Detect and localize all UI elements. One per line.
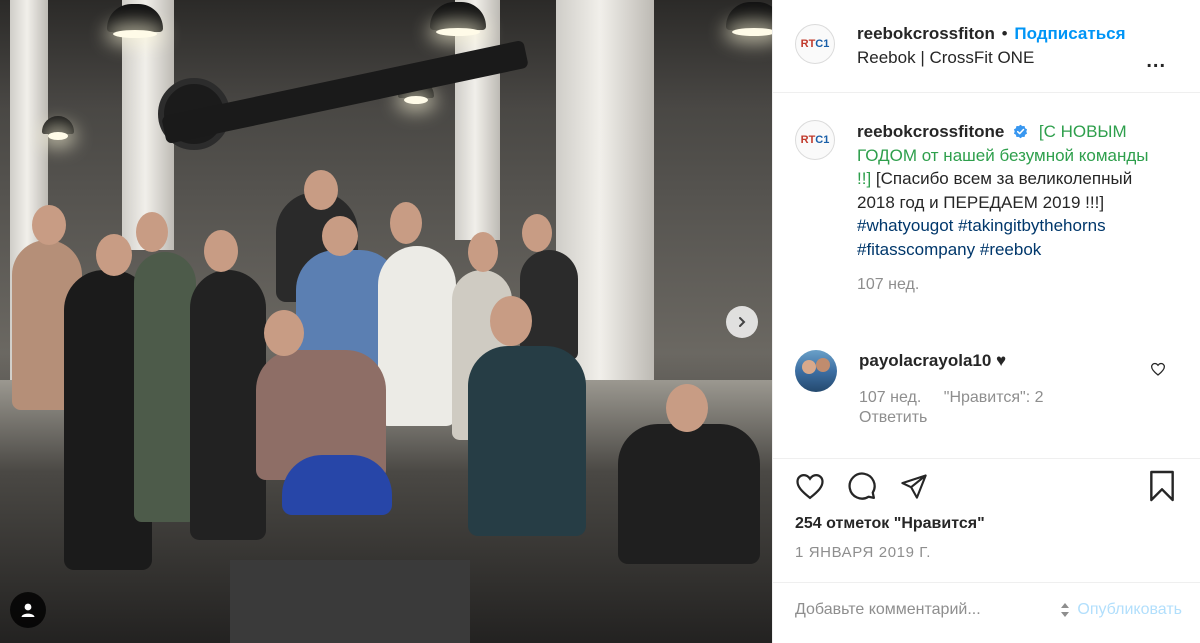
photo-column (455, 0, 500, 240)
likes-count[interactable]: 254 отметок "Нравится" (795, 515, 985, 533)
tagged-users-button[interactable] (10, 592, 46, 628)
comment-button[interactable] (847, 470, 881, 502)
photo-person (468, 346, 586, 536)
post-photo[interactable] (0, 0, 772, 643)
more-options-icon[interactable]: ... (1146, 51, 1166, 71)
caption-block: RTC1 reebokcrossfitone [С НОВЫМ ГОДОМ от… (795, 120, 1178, 297)
photo-person-head (468, 232, 498, 272)
photo-person-head (136, 212, 168, 252)
share-button[interactable] (899, 470, 933, 502)
photo-person-head (204, 230, 238, 272)
comment-likes[interactable]: "Нравится": 2 (944, 389, 1044, 406)
photo-person-head (322, 216, 358, 256)
share-icon (901, 474, 927, 499)
comment-input-divider (773, 582, 1200, 583)
photo-person (282, 455, 392, 515)
photo-person-head (490, 296, 532, 346)
photo-person (378, 246, 456, 426)
photo-person (520, 250, 578, 360)
caption-username[interactable]: reebokcrossfitone (857, 122, 1004, 141)
hashtag-link[interactable]: #takingitbythehorns (958, 216, 1105, 235)
avatar-logo: RTC1 (800, 134, 830, 146)
hashtag-link[interactable]: #fitasscompany (857, 240, 975, 259)
bookmark-icon (1150, 470, 1174, 502)
hashtag-link[interactable]: #whatyougot (857, 216, 953, 235)
author-avatar[interactable]: RTC1 (795, 24, 835, 64)
avatar-face (802, 360, 816, 374)
avatar-face (816, 358, 830, 372)
save-button[interactable] (1148, 470, 1182, 502)
photo-person (618, 424, 760, 564)
comment-text: ♥ (996, 351, 1007, 370)
photo-person-head (522, 214, 552, 252)
next-photo-button[interactable] (726, 306, 758, 338)
add-comment-form: Опубликовать (795, 600, 1182, 620)
post-side-panel: RTC1 reebokcrossfiton • Подписаться Reeb… (772, 0, 1200, 643)
commenter-username[interactable]: payolacrayola10 (859, 351, 991, 370)
user-tag-icon (21, 603, 35, 617)
heart-icon (796, 473, 824, 500)
sort-arrows-icon (1061, 603, 1070, 617)
comment-item: payolacrayola10 ♥ 107 нед. "Нравится": 2… (795, 350, 1178, 428)
caption-timestamp[interactable]: 107 нед. (857, 273, 1157, 297)
header-divider (773, 92, 1200, 93)
photo-person-head (96, 234, 132, 276)
photo-person-head (32, 205, 66, 245)
photo-rower-seat (230, 560, 470, 643)
comment-timestamp[interactable]: 107 нед. (859, 389, 921, 406)
post-location[interactable]: Reebok | CrossFit ONE (857, 46, 1126, 70)
caption-avatar[interactable]: RTC1 (795, 120, 835, 160)
heart-icon (1150, 362, 1166, 376)
verified-badge-icon (1014, 124, 1028, 139)
photo-lamp (42, 116, 74, 140)
separator-dot: • (1001, 24, 1008, 43)
post-header: RTC1 reebokcrossfiton • Подписаться Reeb… (795, 22, 1178, 72)
photo-person-head (304, 170, 338, 210)
photo-person-head (390, 202, 422, 244)
author-username[interactable]: reebokcrossfiton (857, 24, 995, 43)
chevron-right-icon (739, 317, 746, 327)
photo-person (134, 252, 196, 522)
comment-input[interactable] (795, 601, 1060, 619)
avatar-logo: RTC1 (800, 38, 830, 50)
actions-divider (773, 458, 1200, 459)
post-date[interactable]: 1 ЯНВАРЯ 2019 Г. (795, 544, 931, 561)
comment-icon (848, 472, 876, 500)
hashtag-link[interactable]: #reebok (980, 240, 1041, 259)
photo-person-head (264, 310, 304, 356)
post-actions (795, 470, 1182, 502)
caption-text: [Спасибо всем за великолепный 2018 год и… (857, 169, 1133, 212)
photo-person-head (666, 384, 708, 432)
follow-button[interactable]: Подписаться (1014, 24, 1125, 43)
publish-button[interactable]: Опубликовать (1077, 601, 1182, 619)
input-resize-handle[interactable] (1059, 600, 1071, 620)
commenter-avatar[interactable] (795, 350, 837, 392)
photo-person (190, 270, 266, 540)
comment-like-button[interactable] (1150, 362, 1166, 381)
like-button[interactable] (795, 470, 829, 502)
reply-button[interactable]: Ответить (859, 408, 1062, 428)
